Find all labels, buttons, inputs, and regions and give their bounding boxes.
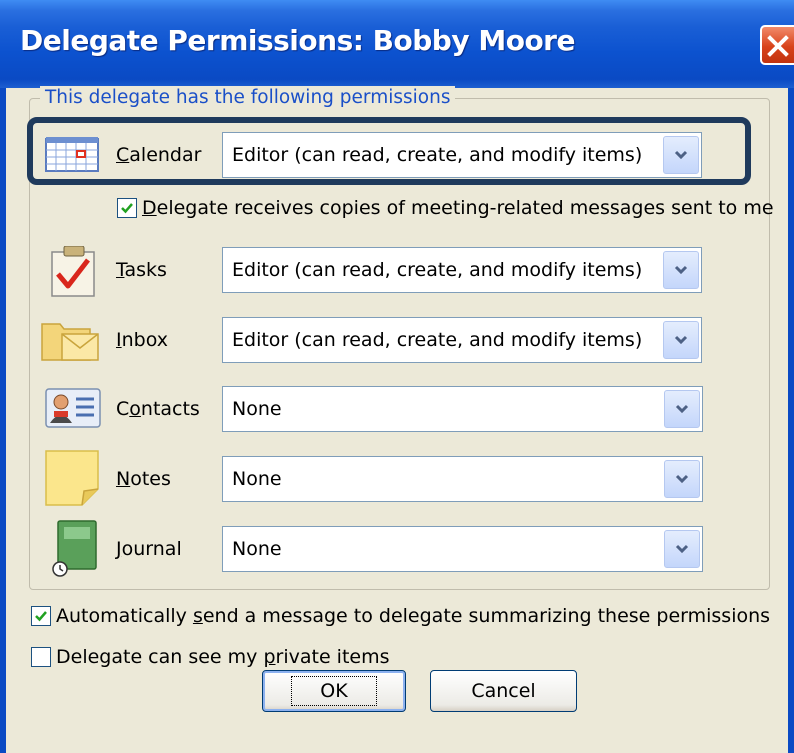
meeting-copies-checkbox[interactable]: [117, 198, 137, 218]
chevron-down-icon: [674, 265, 688, 275]
checkmark-icon: [121, 203, 133, 214]
auto-send-checkbox[interactable]: [31, 606, 51, 626]
notes-dropdown-button[interactable]: [664, 460, 700, 498]
journal-icon: [50, 520, 110, 577]
notes-permission-value: None: [232, 468, 282, 490]
notes-icon: [44, 450, 104, 506]
permissions-group-legend: This delegate has the following permissi…: [40, 86, 456, 110]
contacts-label: Contacts: [116, 398, 200, 420]
permission-row-journal: Journal None: [0, 520, 794, 577]
permission-row-contacts: Contacts None: [0, 385, 794, 433]
chevron-down-icon: [675, 404, 689, 414]
contacts-icon: [44, 385, 104, 433]
calendar-highlight-box: [27, 117, 751, 185]
tasks-permission-select[interactable]: Editor (can read, create, and modify ite…: [222, 247, 702, 293]
delegate-permissions-dialog: Delegate Permissions: Bobby Moore This d…: [0, 0, 794, 753]
chevron-down-icon: [674, 335, 688, 345]
permission-row-notes: Notes None: [0, 450, 794, 506]
notes-permission-select[interactable]: None: [222, 456, 703, 502]
cancel-button[interactable]: Cancel: [430, 670, 577, 712]
inbox-dropdown-button[interactable]: [663, 321, 699, 359]
inbox-permission-value: Editor (can read, create, and modify ite…: [232, 329, 643, 351]
journal-permission-value: None: [232, 538, 282, 560]
tasks-label: Tasks: [116, 259, 167, 281]
checkmark-icon: [35, 611, 47, 622]
tasks-icon: [46, 245, 106, 297]
journal-dropdown-button[interactable]: [664, 530, 700, 568]
private-items-label: Delegate can see my private items: [56, 646, 390, 668]
title-bar[interactable]: Delegate Permissions: Bobby Moore: [0, 0, 794, 88]
ok-button[interactable]: OK: [262, 670, 406, 712]
contacts-permission-value: None: [232, 398, 282, 420]
inbox-label: Inbox: [116, 329, 168, 351]
auto-send-label: Automatically send a message to delegate…: [56, 605, 771, 627]
close-button[interactable]: [760, 25, 794, 65]
permission-row-tasks: Tasks Editor (can read, create, and modi…: [0, 245, 794, 297]
tasks-permission-value: Editor (can read, create, and modify ite…: [232, 259, 643, 281]
permission-row-inbox: Inbox Editor (can read, create, and modi…: [0, 316, 794, 364]
chevron-down-icon: [675, 544, 689, 554]
notes-label: Notes: [116, 468, 171, 490]
window-title: Delegate Permissions: Bobby Moore: [20, 24, 575, 57]
inbox-permission-select[interactable]: Editor (can read, create, and modify ite…: [222, 317, 702, 363]
private-items-checkbox[interactable]: [31, 647, 51, 667]
inbox-icon: [40, 316, 100, 364]
contacts-dropdown-button[interactable]: [664, 390, 700, 428]
ok-button-label: OK: [291, 676, 377, 706]
contacts-permission-select[interactable]: None: [222, 386, 703, 432]
journal-label: Journal: [116, 538, 182, 560]
journal-permission-select[interactable]: None: [222, 526, 703, 572]
close-icon: [767, 35, 789, 57]
meeting-copies-label: Delegate receives copies of meeting-rela…: [142, 197, 774, 219]
chevron-down-icon: [675, 474, 689, 484]
tasks-dropdown-button[interactable]: [663, 251, 699, 289]
